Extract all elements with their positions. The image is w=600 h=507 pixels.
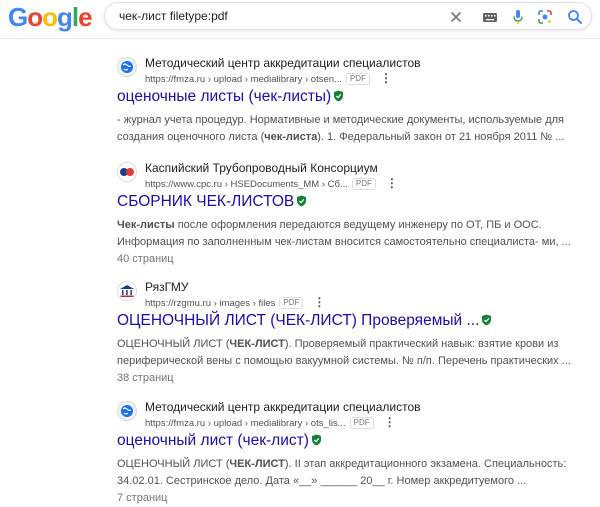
search-box bbox=[104, 2, 592, 30]
result-title: оценочные листы (чек-листы) bbox=[117, 88, 332, 105]
search-result: РязГМУ https://rzgmu.ru › images › files… bbox=[117, 280, 592, 387]
result-snippet: - журнал учета процедур. Нормативные и м… bbox=[117, 112, 592, 146]
more-options-icon[interactable]: ⋮ bbox=[380, 71, 392, 85]
search-result: Методический центр аккредитации специали… bbox=[117, 56, 592, 146]
result-url-line: https://www.cpc.ru › HSEDocuments_MM › С… bbox=[145, 176, 398, 190]
snippet-highlight: ЧЕК-ЛИСТ bbox=[229, 458, 285, 470]
rzgmu-emblem-icon bbox=[117, 281, 137, 301]
snippet-highlight: Чек-листы bbox=[117, 219, 175, 231]
result-snippet: ОЦЕНОЧНЫЙ ЛИСТ (ЧЕК-ЛИСТ). II этап аккре… bbox=[117, 456, 592, 490]
close-icon[interactable] bbox=[447, 8, 465, 26]
page-count: 40 страниц bbox=[117, 253, 174, 265]
search-header: Google bbox=[0, 0, 600, 39]
logo-letter: e bbox=[78, 2, 93, 32]
logo-letter: g bbox=[57, 2, 73, 32]
more-options-icon[interactable]: ⋮ bbox=[313, 295, 325, 309]
result-url-line: https://fmza.ru › upload › medialibrary … bbox=[145, 415, 396, 429]
result-url: https://rzgmu.ru › images › files bbox=[145, 298, 276, 309]
search-result: Методический центр аккредитации специали… bbox=[117, 400, 592, 507]
snippet-part: ОЦЕНОЧНЫЙ ЛИСТ ( bbox=[117, 458, 230, 470]
result-title-link[interactable]: оценочный лист (чек-лист) bbox=[117, 430, 592, 453]
result-url: https://www.cpc.ru › HSEDocuments_MM › С… bbox=[145, 179, 348, 190]
search-icon[interactable] bbox=[566, 8, 584, 26]
result-snippet: Чек-листы после оформления передаются ве… bbox=[117, 217, 592, 251]
snippet-highlight: ЧЕК-ЛИСТ bbox=[229, 338, 285, 350]
result-site-name: Методический центр аккредитации специали… bbox=[145, 400, 421, 414]
result-title: оценочный лист (чек-лист) bbox=[117, 432, 309, 449]
result-title-link[interactable]: ОЦЕНОЧНЫЙ ЛИСТ (ЧЕК-ЛИСТ) Проверяемый ..… bbox=[117, 310, 592, 333]
result-url: https://fmza.ru › upload › medialibrary … bbox=[145, 74, 342, 85]
result-title-link[interactable]: оценочные листы (чек-листы) bbox=[117, 86, 592, 109]
logo-letter: o bbox=[27, 2, 43, 32]
page-count: 38 страниц bbox=[117, 372, 174, 384]
result-site-name: Методический центр аккредитации специали… bbox=[145, 56, 421, 70]
globe-icon bbox=[117, 401, 137, 421]
result-site-name: РязГМУ bbox=[145, 280, 189, 294]
result-snippet: ОЦЕНОЧНЫЙ ЛИСТ (ЧЕК-ЛИСТ). Проверяемый п… bbox=[117, 336, 592, 370]
result-source[interactable]: Каспийский Трубопроводный Консорциум htt… bbox=[117, 161, 592, 191]
logo-letter: o bbox=[42, 2, 58, 32]
search-input[interactable] bbox=[119, 7, 429, 25]
result-title: ОЦЕНОЧНЫЙ ЛИСТ (ЧЕК-ЛИСТ) Проверяемый ..… bbox=[117, 312, 480, 329]
logo-letter: G bbox=[8, 2, 28, 32]
cpc-logo-icon bbox=[117, 162, 137, 182]
result-title-link[interactable]: СБОРНИК ЧЕК-ЛИСТОВ bbox=[117, 191, 592, 214]
more-options-icon[interactable]: ⋮ bbox=[386, 176, 398, 190]
result-title: СБОРНИК ЧЕК-ЛИСТОВ bbox=[117, 193, 295, 210]
more-options-icon[interactable]: ⋮ bbox=[384, 415, 396, 429]
keyboard-icon[interactable] bbox=[481, 8, 499, 26]
snippet-part: после оформления передаются ведущему инж… bbox=[117, 219, 571, 248]
snippet-highlight: чек-листа bbox=[264, 131, 318, 143]
snippet-part: ). 1. Федеральный закон от 21 ноября 201… bbox=[317, 131, 565, 143]
verified-shield-icon bbox=[296, 192, 307, 214]
header-divider bbox=[0, 38, 600, 39]
microphone-icon[interactable] bbox=[509, 8, 527, 26]
verified-shield-icon bbox=[481, 311, 492, 333]
result-source[interactable]: Методический центр аккредитации специали… bbox=[117, 56, 592, 86]
result-url-line: https://fmza.ru › upload › medialibrary … bbox=[145, 71, 392, 85]
search-result: Каспийский Трубопроводный Консорциум htt… bbox=[117, 161, 592, 268]
result-source[interactable]: РязГМУ https://rzgmu.ru › images › files… bbox=[117, 280, 592, 310]
snippet-part: ОЦЕНОЧНЫЙ ЛИСТ ( bbox=[117, 338, 230, 350]
verified-shield-icon bbox=[311, 431, 322, 453]
file-type-badge: PDF bbox=[345, 73, 370, 85]
google-logo[interactable]: Google bbox=[8, 2, 93, 32]
result-url: https://fmza.ru › upload › medialibrary … bbox=[145, 418, 346, 429]
page-count: 7 страниц bbox=[117, 492, 168, 504]
verified-shield-icon bbox=[333, 87, 344, 109]
result-source[interactable]: Методический центр аккредитации специали… bbox=[117, 400, 592, 430]
file-type-badge: PDF bbox=[279, 297, 304, 309]
file-type-badge: PDF bbox=[349, 417, 374, 429]
lens-icon[interactable] bbox=[536, 8, 554, 26]
result-site-name: Каспийский Трубопроводный Консорциум bbox=[145, 161, 378, 175]
result-url-line: https://rzgmu.ru › images › files PDF ⋮ bbox=[145, 295, 325, 309]
globe-icon bbox=[117, 57, 137, 77]
file-type-badge: PDF bbox=[351, 178, 376, 190]
